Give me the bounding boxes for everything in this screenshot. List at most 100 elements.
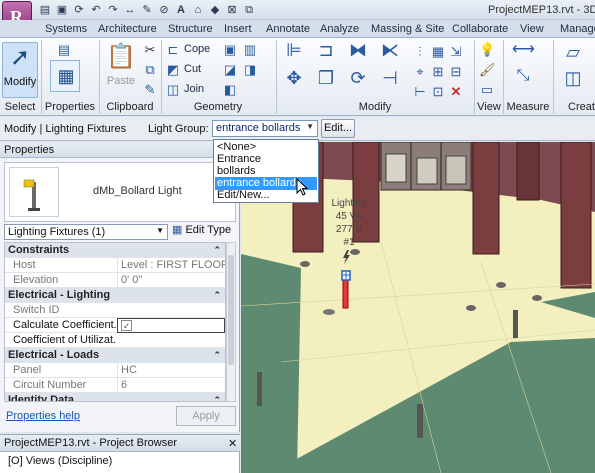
sync-icon[interactable]: ⟳ <box>72 3 86 17</box>
rotate-icon[interactable]: ⟳ <box>346 69 370 92</box>
group-icon[interactable]: ⊟ <box>448 64 464 80</box>
paste-icon: 📋 <box>106 43 136 70</box>
paint-icon[interactable]: ◪ <box>222 62 238 78</box>
light-group-select[interactable]: entrance bollards ▼ <box>212 120 318 137</box>
redo-icon[interactable]: ↷ <box>106 3 120 17</box>
trim-icon[interactable]: ⊣ <box>378 69 402 92</box>
override-graphics-icon[interactable]: ▭ <box>479 82 495 98</box>
mouse-cursor-icon <box>296 178 309 196</box>
checkbox-icon[interactable]: ✓ <box>121 320 132 331</box>
tab-manage[interactable]: Manage <box>560 23 595 35</box>
wall-joins-icon[interactable]: ▣ <box>222 42 238 58</box>
mirror-draw-icon[interactable]: ⧔ <box>378 41 402 64</box>
document-title: ProjectMEP13.rvt - 3D Vi <box>488 4 595 16</box>
create-parts-icon[interactable]: ◫ <box>560 69 586 92</box>
measure-between-icon[interactable]: ⟷ <box>512 42 535 58</box>
match-properties-icon[interactable]: ✎ <box>142 82 158 98</box>
bollard <box>513 310 518 338</box>
properties-filter-select[interactable]: Lighting Fixtures (1) ▼ <box>4 224 168 240</box>
close-icon[interactable]: ✕ <box>228 437 237 450</box>
delete-icon[interactable]: ✕ <box>448 84 464 100</box>
scale-icon[interactable]: ⇲ <box>448 44 464 60</box>
tab-collaborate[interactable]: Collaborate <box>452 23 508 35</box>
properties-icon[interactable]: ▤ <box>56 42 72 58</box>
measure-icon[interactable]: ↔ <box>123 3 137 17</box>
tab-insert[interactable]: Insert <box>224 23 252 35</box>
array-icon[interactable]: ▦ <box>430 44 446 60</box>
quick-access-toolbar: ▤ ▣ ⟳ ↶ ↷ ↔ ✎ ⊘ A ⌂ ◆ ⊠ ⧉ <box>38 2 256 18</box>
column <box>472 142 500 255</box>
offset-icon[interactable]: ⊐ <box>314 41 338 64</box>
offset-copy-icon[interactable]: ⊡ <box>430 84 446 100</box>
floor-light <box>300 261 310 267</box>
align-icon[interactable]: ⊫ <box>282 41 306 64</box>
tag-icon[interactable]: ✎ <box>140 3 154 17</box>
properties-palette: Properties dMb_Bollard Light Lighting Fi… <box>0 142 240 432</box>
3d-view-icon[interactable]: ⌂ <box>191 3 205 17</box>
floor-light <box>466 305 476 311</box>
edit-light-group-button[interactable]: Edit... <box>321 119 355 138</box>
section-icon[interactable]: ◆ <box>208 3 222 17</box>
copy-icon[interactable]: ⧉ <box>142 62 158 78</box>
group-identity-data[interactable]: Identity Data ⌃ <box>5 393 225 401</box>
cut-geometry-icon[interactable]: ◩ <box>165 62 181 78</box>
join-button[interactable]: Join <box>184 83 204 99</box>
undo-icon[interactable]: ↶ <box>89 3 103 17</box>
selected-bollard <box>342 277 349 309</box>
move-icon[interactable]: ✥ <box>282 69 306 92</box>
text-icon[interactable]: A <box>174 3 188 17</box>
properties-scrollbar[interactable] <box>226 242 236 402</box>
lightbulb-icon[interactable]: 💡 <box>479 42 495 58</box>
type-name: dMb_Bollard Light <box>93 185 182 197</box>
pin-icon[interactable]: ⌖ <box>412 64 428 80</box>
properties-icon: ▦ <box>57 66 75 86</box>
tab-architecture[interactable]: Architecture <box>98 23 157 35</box>
open-icon[interactable]: ▤ <box>38 3 52 17</box>
dimension-icon[interactable]: ⤡ <box>512 68 534 84</box>
tab-systems[interactable]: Systems <box>45 23 87 35</box>
close-hidden-icon[interactable]: ⊠ <box>225 3 239 17</box>
scissors-icon[interactable]: ✂ <box>142 42 158 58</box>
tree-item-views[interactable]: [O] Views (Discipline) <box>8 455 112 467</box>
panel-label-properties: Properties <box>44 101 96 113</box>
options-bar: Modify | Lighting Fixtures Light Group: … <box>0 117 595 141</box>
light-group-value: entrance bollards <box>216 122 301 134</box>
brush-icon[interactable]: 🖌 <box>479 62 496 78</box>
split-icon[interactable]: ⫶ <box>412 44 428 60</box>
copy-element-icon[interactable]: ❐ <box>314 69 338 92</box>
grass-left <box>241 254 301 473</box>
cut-button[interactable]: Cut <box>184 63 201 79</box>
type-selector[interactable]: dMb_Bollard Light <box>4 162 236 222</box>
tab-structure[interactable]: Structure <box>168 23 213 35</box>
save-icon[interactable]: ▣ <box>55 3 69 17</box>
table-row: Switch ID <box>5 303 225 318</box>
mirror-axis-icon[interactable]: ⧓ <box>346 41 370 64</box>
type-properties-button[interactable]: ▦ <box>50 60 80 92</box>
modify-button[interactable]: ➚ Modify <box>2 42 38 98</box>
demolish-icon[interactable]: ◨ <box>242 62 258 78</box>
cope-icon[interactable]: ⊏ <box>165 42 181 58</box>
tab-annotate[interactable]: Annotate <box>266 23 310 35</box>
create-assembly-icon[interactable]: ▱ <box>560 43 586 66</box>
cope-button[interactable]: Cope <box>184 43 210 59</box>
tab-massing-site[interactable]: Massing & Site <box>371 23 444 35</box>
paste-button[interactable]: 📋 Paste <box>102 42 140 98</box>
group-constraints[interactable]: Constraints ⌃ <box>5 243 225 258</box>
group-electrical-loads[interactable]: Electrical - Loads ⌃ <box>5 348 225 363</box>
apply-button[interactable]: Apply <box>176 406 236 426</box>
edit-type-button[interactable]: ▦ Edit Type <box>172 223 231 236</box>
tab-view[interactable]: View <box>520 23 544 35</box>
unpin-icon[interactable]: ⊞ <box>430 64 446 80</box>
remove-paint-icon[interactable]: ◧ <box>222 82 238 98</box>
join-icon[interactable]: ◫ <box>165 82 181 98</box>
properties-help-link[interactable]: Properties help <box>6 410 80 422</box>
trim-extend-icon[interactable]: ⊢ <box>412 84 428 100</box>
group-electrical-lighting[interactable]: Electrical - Lighting ⌃ <box>5 288 225 303</box>
dimension-icon[interactable]: ⊘ <box>157 3 171 17</box>
split-face-icon[interactable]: ▥ <box>242 42 258 58</box>
calculate-coefficient-checkbox-cell[interactable]: ✓ <box>117 318 225 333</box>
floor-light <box>323 309 335 315</box>
context-label: Modify | Lighting Fixtures <box>4 123 127 135</box>
tab-analyze[interactable]: Analyze <box>320 23 359 35</box>
switch-windows-icon[interactable]: ⧉ <box>242 3 256 17</box>
